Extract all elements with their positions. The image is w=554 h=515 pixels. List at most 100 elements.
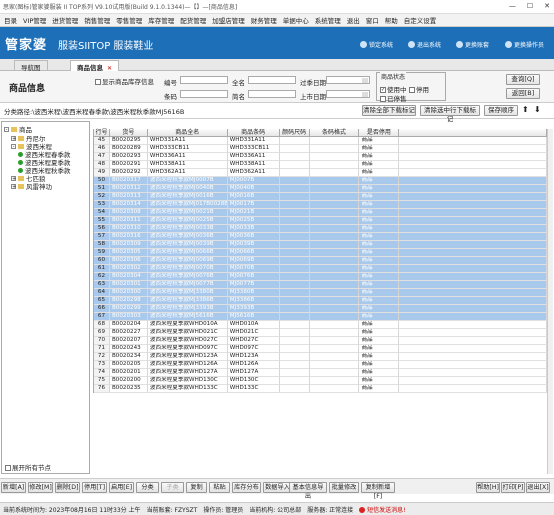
menu-item[interactable]: 帮助 (385, 15, 398, 25)
table-row[interactable]: 57 B0020316 波西米程秋季款MJ0036B MJ0036B 商品 (94, 233, 548, 241)
menu-item[interactable]: 自定义设置 (404, 15, 437, 25)
tab-product-info[interactable]: 商品信息 ✕ (70, 60, 120, 72)
table-row[interactable]: 75 B0020200 波西米程夏季款WHD130C WHD130C 商品 (94, 377, 548, 385)
lock-system-button[interactable]: 锁定系统 (360, 40, 393, 49)
query-button[interactable]: 查询[Q] (506, 74, 540, 85)
grid-vertical-scrollbar[interactable] (547, 129, 553, 474)
table-row[interactable]: 68 B0020204 波西米程夏季款WHD010A WHD010A 商品 (94, 321, 548, 329)
shortname-input[interactable] (248, 90, 296, 98)
menu-item[interactable]: 退出 (347, 15, 360, 25)
expand-icon[interactable]: + (11, 135, 16, 141)
back-button[interactable]: 返回[B] (506, 88, 540, 99)
disabled-checkbox[interactable]: 停用 (409, 84, 429, 94)
action-button[interactable]: 复制 (186, 482, 207, 493)
minimize-button[interactable]: — (509, 2, 516, 10)
exit-system-button[interactable]: 退出系统 (408, 40, 441, 49)
column-header[interactable]: 颜码尺码 (279, 129, 310, 137)
maximize-button[interactable]: ☐ (527, 2, 533, 10)
table-row[interactable]: 64 B0020300 波西米程秋季款MJ3380B MJ3380B 商品 (94, 289, 548, 297)
action-button[interactable]: 数据导入 (263, 482, 292, 493)
table-row[interactable]: 60 B0020306 波西米程秋季款MJ0069B MJ0069B 商品 (94, 257, 548, 265)
collapse-icon[interactable]: - (11, 143, 16, 149)
move-up-icon[interactable]: ⬆ (522, 105, 529, 114)
menu-item[interactable]: 目录 (4, 15, 17, 25)
table-row[interactable]: 63 B0020301 波西米程秋季款MJ0077B MJ0077B 商品 (94, 281, 548, 289)
launch-date-picker[interactable] (326, 90, 370, 98)
collapse-icon[interactable]: - (4, 126, 9, 132)
table-row[interactable]: 56 B0020310 波西米程秋季款MJ0033B MJ0033B 商品 (94, 225, 548, 233)
save-order-button[interactable]: 保存顺序 (484, 105, 518, 116)
table-row[interactable]: 45 B0020295 WHD331A11 WHD331A11 商品 (94, 137, 548, 145)
column-header[interactable]: 商品全名 (147, 129, 228, 137)
action-button[interactable]: 帮助[H] (476, 482, 500, 493)
menu-item[interactable]: 系统管理 (315, 15, 341, 25)
table-row[interactable]: 52 B0020313 波西米程秋季款MJ0016B MJ0016B 商品 (94, 193, 548, 201)
menu-item[interactable]: 销售管理 (84, 15, 110, 25)
code-input[interactable] (180, 76, 228, 84)
action-button[interactable]: 基本信息导出 (289, 482, 327, 500)
action-button[interactable]: 分类 (136, 482, 159, 493)
table-row[interactable]: 59 B0020305 波西米程秋季款MJ0066B MJ0066B 商品 (94, 249, 548, 257)
sms-status[interactable]: 短信发送消息! (359, 505, 406, 514)
action-button[interactable]: 打印[P] (501, 482, 525, 493)
table-row[interactable]: 49 B0020292 WHD362A11 WHD362A11 商品 (94, 169, 548, 177)
menu-item[interactable]: 窗口 (366, 15, 379, 25)
table-row[interactable]: 55 B0020311 波西米程秋季款MJ0025B MJ0025B 商品 (94, 217, 548, 225)
column-header[interactable]: 条码格式 (309, 129, 360, 137)
expand-icon[interactable]: + (11, 183, 16, 189)
action-button[interactable]: 修改[M] (28, 482, 53, 493)
switch-operator-button[interactable]: 更换操作员 (505, 40, 544, 49)
action-button[interactable]: 删除[D] (55, 482, 80, 493)
action-button[interactable]: 批量修改 (329, 482, 359, 493)
table-row[interactable]: 72 B0020234 波西米程夏季款WHD123A WHD123A 商品 (94, 353, 548, 361)
table-row[interactable]: 62 B0020304 波西米程秋季款MJ0076B MJ0076B 商品 (94, 273, 548, 281)
table-row[interactable]: 50 B0020317 波西米程秋季款MJ0007B MJ0007B 商品 (94, 177, 548, 185)
table-row[interactable]: 61 B0020302 波西米程秋季款MJ0070B MJ0070B 商品 (94, 265, 548, 273)
expand-all-checkbox[interactable]: 展开所有节点 (1, 463, 90, 474)
column-header[interactable]: 是否停用 (359, 129, 400, 137)
tab-navigation[interactable]: 导航图 (14, 60, 48, 72)
fullname-input[interactable] (248, 76, 296, 84)
menu-item[interactable]: 加盟店管理 (212, 15, 245, 25)
action-button[interactable]: 停用[T] (82, 482, 107, 493)
action-button[interactable]: 启用[E] (109, 482, 134, 493)
column-header[interactable]: 货号 (109, 129, 148, 137)
menu-item[interactable]: 库存管理 (148, 15, 174, 25)
show-stock-checkbox[interactable]: 显示商品库存信息 (95, 76, 154, 86)
table-row[interactable]: 54 B0020308 波西米程秋季款MJ0021B MJ0021B 商品 (94, 209, 548, 217)
tree-node[interactable]: + 风雷神功 (11, 181, 52, 191)
table-row[interactable]: 74 B0020201 波西米程夏季款WHD127A WHD127A 商品 (94, 369, 548, 377)
switch-account-button[interactable]: 更换账套 (456, 40, 489, 49)
table-row[interactable]: 53 B0020314 波西米程秋季款MJ017B0028B MJ0017B 商品 (94, 201, 548, 209)
table-row[interactable]: 71 B0020243 波西米程夏季款WHD097C WHD097C 商品 (94, 345, 548, 353)
menu-item[interactable]: 零售管理 (116, 15, 142, 25)
table-row[interactable]: 69 B0020227 波西米程夏季款WHD021C WHD021C 商品 (94, 329, 548, 337)
expand-icon[interactable]: + (11, 175, 16, 181)
move-down-icon[interactable]: ⬇ (534, 105, 541, 114)
table-row[interactable]: 48 B0020291 WHD338A11 WHD338A11 商品 (94, 161, 548, 169)
action-button[interactable]: 退出[X] (526, 482, 550, 493)
barcode-input[interactable] (180, 90, 228, 98)
menu-item[interactable]: VIP管理 (23, 15, 46, 25)
table-row[interactable]: 66 B0020299 波西米程秋季款MJ3393B MJ3393B 商品 (94, 305, 548, 313)
table-row[interactable]: 70 B0020207 波西米程夏季款WHD027C WHD027C 商品 (94, 337, 548, 345)
table-row[interactable]: 46 B0020289 WHD333CB11 WHD333CB11 商品 (94, 145, 548, 153)
clear-selected-download-marks-button[interactable]: 清除选中行下载标记 (420, 105, 480, 123)
stopped-checkbox[interactable]: 已停售 (380, 93, 407, 103)
table-row[interactable]: 73 B0020205 波西米程夏季款WHD126A WHD126A 商品 (94, 361, 548, 369)
clear-all-download-marks-button[interactable]: 清除全部下载标记 (362, 105, 416, 116)
action-button[interactable]: 复制新增[F] (361, 482, 395, 500)
menu-item[interactable]: 单据中心 (283, 15, 309, 25)
menu-item[interactable]: 配货管理 (180, 15, 206, 25)
action-button[interactable]: 库存分布 (232, 482, 261, 493)
expire-date-picker[interactable] (326, 76, 370, 84)
column-header[interactable]: 商品条码 (227, 129, 280, 137)
action-button[interactable]: 新增[A] (1, 482, 26, 493)
table-row[interactable]: 76 B0020235 波西米程夏季款WHD133C WHD133C 商品 (94, 385, 548, 393)
table-row[interactable]: 47 B0020293 WHD336A11 WHD336A11 商品 (94, 153, 548, 161)
action-button[interactable]: 粘贴 (209, 482, 230, 493)
column-header[interactable] (399, 129, 548, 137)
column-header[interactable]: 行号 (94, 129, 110, 137)
table-row[interactable]: 67 B0020303 波西米程秋季款MJ5616B MJ5616B 商品 (94, 313, 548, 321)
menu-item[interactable]: 进货管理 (52, 15, 78, 25)
